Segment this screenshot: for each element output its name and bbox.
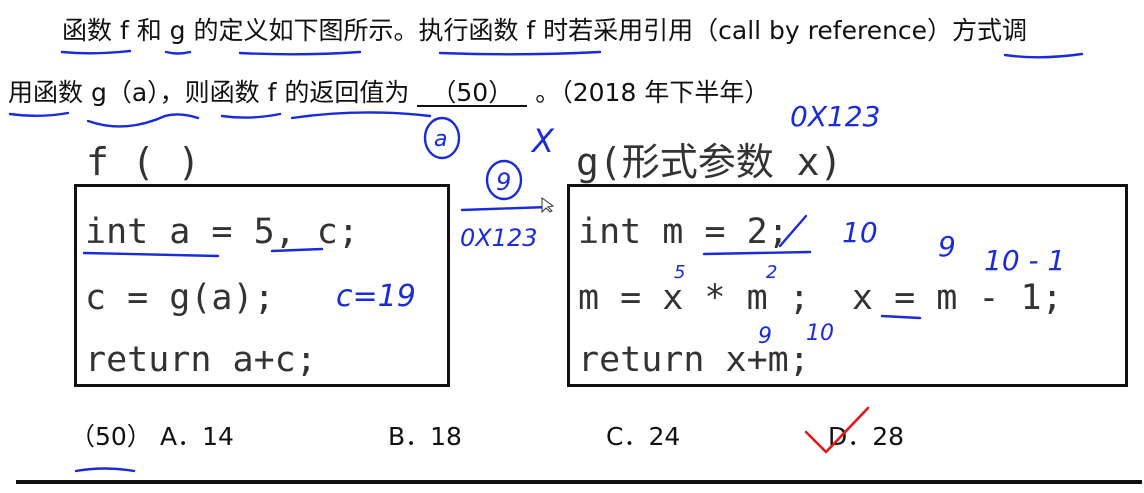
underline-mark xyxy=(60,49,132,55)
underline-mark xyxy=(86,113,200,128)
check-mark-icon xyxy=(804,406,870,454)
handwritten-ret-x: 9 xyxy=(758,324,772,349)
underline-mark xyxy=(74,467,136,473)
handwritten-cross: X xyxy=(530,122,555,160)
handwritten-m-new: 10 xyxy=(842,216,878,249)
underline-mark xyxy=(438,50,602,56)
handwritten-circle-a: a xyxy=(434,127,447,152)
handwritten-annotations: a X 0X123 9 0X123 c=19 10 9 10 - 1 5 2 9… xyxy=(8,49,1084,473)
underline-mark xyxy=(164,50,192,55)
handwritten-x-sub: 5 xyxy=(674,262,685,283)
strike-mark xyxy=(778,214,808,248)
underline-mark xyxy=(290,111,432,120)
underline-mark xyxy=(1003,52,1084,59)
mouse-cursor-icon xyxy=(541,197,555,214)
underline-mark xyxy=(8,111,70,117)
underline-mark xyxy=(702,250,812,256)
handwritten-circle-9: 9 xyxy=(496,168,511,196)
handwritten-ret-m: 10 xyxy=(806,321,834,346)
handwritten-address-mid: 0X123 xyxy=(460,224,538,252)
underline-mark xyxy=(460,205,550,212)
underline-mark xyxy=(82,251,220,258)
handwritten-address-top: 0X123 xyxy=(790,100,880,133)
handwritten-c-value: c=19 xyxy=(336,279,416,314)
handwritten-m-minus: 10 - 1 xyxy=(984,244,1065,277)
underline-mark xyxy=(220,112,282,119)
underline-mark xyxy=(270,247,324,253)
underline-mark xyxy=(238,50,362,56)
handwritten-x-new: 9 xyxy=(938,230,956,263)
underline-mark xyxy=(880,314,922,320)
handwritten-m-sub: 2 xyxy=(766,262,777,283)
